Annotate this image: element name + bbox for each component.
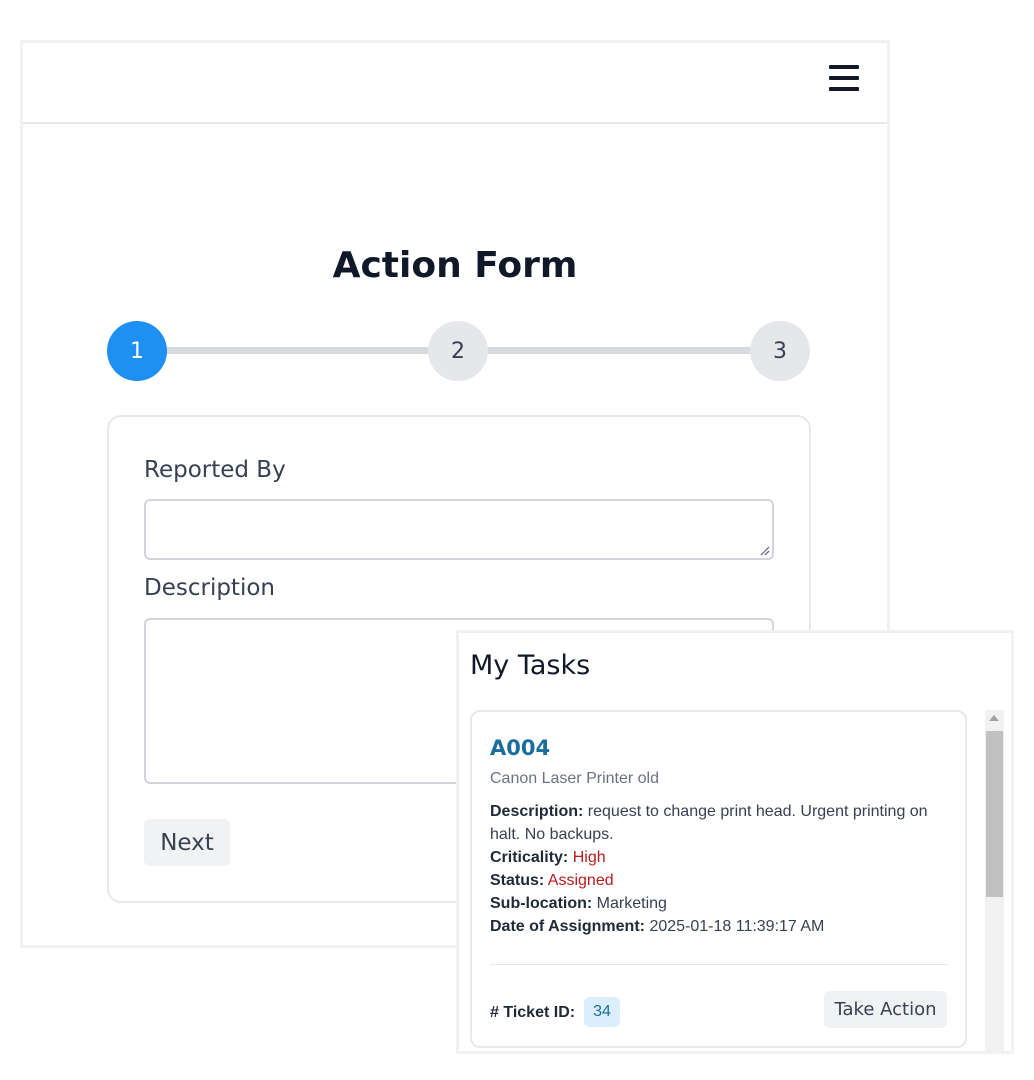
task-date-row: Date of Assignment: 2025-01-18 11:39:17 …: [490, 915, 950, 938]
page-title: Action Form: [332, 245, 578, 286]
task-status-row: Status: Assigned: [490, 869, 950, 892]
status-value: Assigned: [547, 872, 614, 889]
scroll-up-arrow-icon[interactable]: [989, 715, 999, 721]
step-connector: [165, 347, 429, 354]
ticket-id-label: # Ticket ID:: [490, 1004, 576, 1021]
criticality-value: High: [572, 849, 606, 866]
task-description-row: Description: request to change print hea…: [490, 800, 950, 846]
top-bar: [23, 43, 887, 124]
sublocation-value: Marketing: [596, 895, 667, 912]
ticket-id-badge: 34: [584, 997, 620, 1027]
hamburger-menu-icon[interactable]: [829, 65, 859, 91]
task-criticality-row: Criticality: High: [490, 846, 950, 869]
stepper: 1 2 3: [107, 321, 811, 381]
task-asset-name: Canon Laser Printer old: [490, 770, 659, 787]
task-code-link[interactable]: A004: [490, 736, 550, 760]
take-action-button[interactable]: Take Action: [824, 991, 947, 1028]
reported-by-label: Reported By: [144, 457, 286, 483]
resize-handle-icon[interactable]: [758, 544, 770, 556]
step-2[interactable]: 2: [428, 321, 488, 381]
task-details: Description: request to change print hea…: [490, 800, 950, 938]
step-connector: [485, 347, 751, 354]
task-sublocation-row: Sub-location: Marketing: [490, 892, 950, 915]
sublocation-key: Sub-location:: [490, 895, 593, 912]
divider: [490, 964, 947, 965]
criticality-key: Criticality:: [490, 849, 569, 866]
task-card: A004 Canon Laser Printer old Description…: [470, 710, 967, 1048]
scrollbar-thumb[interactable]: [986, 731, 1003, 897]
tasks-scrollbar[interactable]: [985, 710, 1004, 1053]
date-value: 2025-01-18 11:39:17 AM: [649, 918, 825, 935]
description-key: Description:: [490, 803, 584, 820]
date-key: Date of Assignment:: [490, 918, 645, 935]
status-key: Status:: [490, 872, 545, 889]
next-button[interactable]: Next: [144, 819, 230, 866]
tasks-title: My Tasks: [470, 650, 591, 681]
reported-by-field[interactable]: [144, 499, 774, 560]
description-label: Description: [144, 575, 275, 601]
step-1[interactable]: 1: [107, 321, 167, 381]
step-3[interactable]: 3: [750, 321, 810, 381]
my-tasks-window: My Tasks A004 Canon Laser Printer old De…: [456, 630, 1014, 1054]
